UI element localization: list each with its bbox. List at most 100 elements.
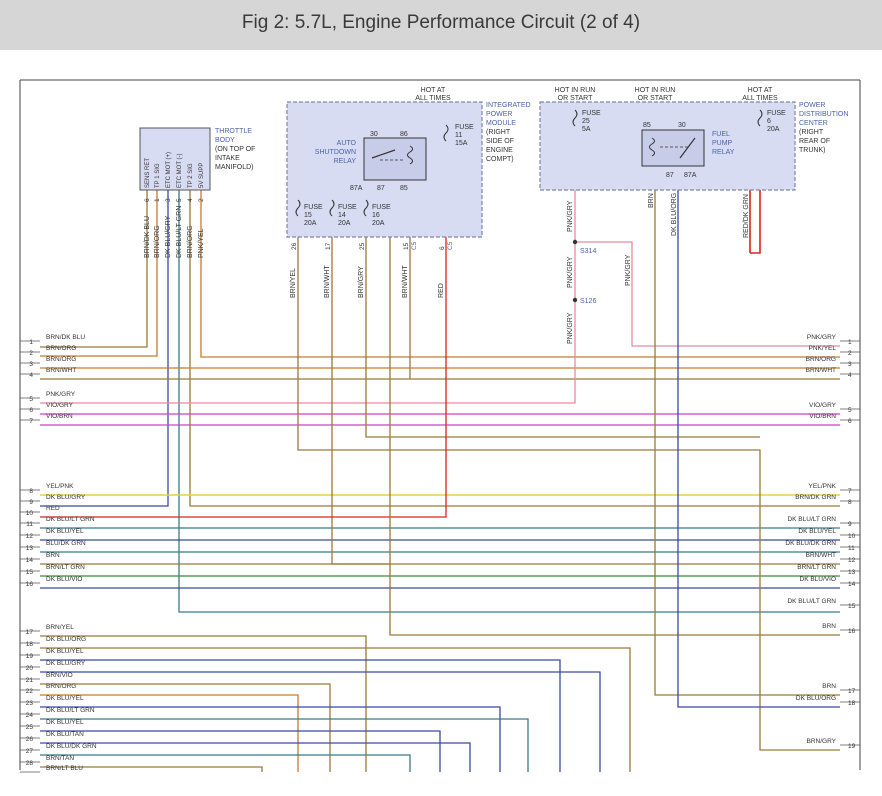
right-wire-label: DK BLU/DK GRN	[785, 540, 836, 547]
right-wire-label: BRN/GRY	[807, 738, 837, 745]
right-pin-18: 18	[848, 700, 856, 707]
left-wire-label: DK BLU/LT GRN	[46, 516, 95, 523]
left-wire-label: DK BLU/VIO	[46, 576, 82, 583]
left-pin-10: 10	[26, 510, 34, 517]
right-pin-15: 15	[848, 603, 856, 610]
left-pin-21: 21	[26, 677, 34, 684]
asd-relay-label-3: RELAY	[334, 158, 357, 165]
left-pin-17: 17	[26, 629, 34, 636]
left-pin-11: 11	[26, 521, 33, 528]
ipm-fuses: FUSE1520AFUSE1420AFUSE1620A	[295, 199, 391, 227]
ipm-wire-label: BRN/GRY	[358, 266, 365, 298]
left-pin-2: 2	[29, 350, 33, 357]
pdc-hot-run-2a: HOT IN RUN	[635, 87, 676, 94]
fuse-11-num: 11	[455, 132, 462, 139]
pdc-hot-run-1b: OR START	[558, 95, 593, 102]
left-pin-26: 26	[26, 736, 34, 743]
tb-pin-name: SENS RET	[145, 158, 151, 188]
left-wire-label: DK BLU/GRY	[46, 494, 86, 501]
fp-pin-30: 30	[678, 122, 686, 129]
fuse-num: 16	[372, 212, 380, 219]
splice-s314-label: S314	[580, 248, 596, 255]
right-pin-9: 9	[848, 521, 852, 528]
left-pin-9: 9	[29, 499, 33, 506]
fuse-25-num: 25	[582, 118, 590, 125]
left-pin-8: 8	[29, 488, 33, 495]
ipm-label-6: ENGINE	[486, 147, 513, 154]
right-wire-label: DK BLU/YEL	[798, 528, 836, 535]
right-pin-17: 17	[848, 688, 856, 695]
right-wire-label: BRN/ORG	[806, 356, 836, 363]
pdc-hot-run-2b: OR START	[638, 95, 673, 102]
left-wire-label: BRN/VIO	[46, 672, 73, 679]
power-distribution-center: HOT IN RUN OR START HOT IN RUN OR START …	[539, 87, 848, 191]
pdc-wire-brn: BRN	[648, 193, 655, 208]
tb-pin-name: TP 1 SIG	[155, 163, 161, 188]
left-wire-label: BRN	[46, 552, 60, 559]
fuse-11-amp: 15A	[455, 140, 468, 147]
left-wire-label: RED	[46, 505, 60, 512]
tb-pin-num: 4	[187, 198, 194, 202]
ipm-conn-mark: C5	[411, 241, 418, 250]
left-wire-label: BRN/LT BLU	[46, 765, 83, 772]
splice-wire-b: PNK/GRY	[567, 312, 574, 344]
wire-brn-gry	[365, 215, 760, 438]
right-wire-label: BRN/DK GRN	[795, 494, 836, 501]
ipm-wire-label: RED	[438, 283, 445, 298]
fuse-label: FUSE	[304, 204, 323, 211]
ipm-out-pin: 17	[325, 242, 332, 250]
left-pin-28: 28	[26, 760, 34, 767]
right-pin-13: 13	[848, 569, 856, 576]
left-pin-22: 22	[26, 688, 34, 695]
wire-brn-org-1	[40, 190, 158, 357]
ipm-hot-1: HOT AT	[421, 87, 446, 94]
left-pin-13: 13	[26, 545, 34, 552]
left-pin-20: 20	[26, 665, 34, 672]
left-wire-label: BRN/ORG	[46, 345, 76, 352]
ipm-label-4: (RIGHT	[486, 129, 511, 136]
asd-pin-87a: 87A	[350, 185, 363, 192]
left-wire-label: BRN/DK BLU	[46, 334, 85, 341]
ipm-label-1: INTEGRATED	[486, 102, 531, 109]
left-pin-7: 7	[29, 418, 33, 425]
fuse-amp: 20A	[304, 220, 317, 227]
asd-relay-label-1: AUTO	[337, 140, 357, 147]
left-pin-19: 19	[26, 653, 34, 660]
left-wire-label: DK BLU/YEL	[46, 695, 84, 702]
right-wire-label: VIO/BRN	[809, 413, 836, 420]
tb-wire-label: DK BLU/LT GRN	[176, 206, 183, 258]
tb-pin-num: 1	[154, 198, 161, 202]
left-pin-3: 3	[29, 361, 33, 368]
asd-relay-label-2: SHUTDOWN	[315, 149, 356, 156]
wire-brn-dk-blu	[40, 190, 148, 348]
pdc-label-6: TRUNK)	[799, 147, 825, 154]
right-wire-label: VIO/GRY	[809, 402, 837, 409]
fuse-6-num: 6	[767, 118, 771, 125]
pdc-wire-pnk-gry: PNK/GRY	[567, 200, 574, 232]
wire-dk-blu-gry-20	[40, 671, 601, 772]
pdc-label-2: DISTRIBUTION	[799, 111, 848, 118]
right-pin-12: 12	[848, 557, 856, 564]
right-pin-5: 5	[848, 407, 852, 414]
fuel-pump-relay-label-2: PUMP	[712, 140, 733, 147]
tb-pin-num: 3	[165, 198, 172, 202]
left-pin-1: 1	[29, 339, 33, 346]
fuse-amp: 20A	[338, 220, 351, 227]
right-wire-label: PNK/GRY	[807, 334, 837, 341]
left-wire-label: YEL/PNK	[46, 483, 74, 490]
tb-pin-name: 5V SUPP	[199, 163, 205, 188]
right-pin-1: 1	[848, 339, 852, 346]
right-wire-label: DK BLU/LT GRN	[787, 598, 836, 605]
right-wire-label: YEL/PNK	[809, 483, 837, 490]
right-wire-label: PNK/YEL	[809, 345, 837, 352]
left-pin-23: 23	[26, 700, 34, 707]
fuse-25-label: FUSE	[582, 110, 601, 117]
right-wire-label: DK BLU/LT GRN	[787, 516, 836, 523]
left-wire-label: VIO/GRY	[46, 402, 74, 409]
tb-pin-name: TP 2 SIG	[188, 163, 194, 188]
right-wire-label: BRN/LT GRN	[797, 564, 836, 571]
ipm-wire-label: BRN/YEL	[290, 268, 297, 298]
pdc-label-3: CENTER	[799, 120, 828, 127]
wire-brn-17	[654, 168, 840, 696]
left-pin-12: 12	[26, 533, 34, 540]
